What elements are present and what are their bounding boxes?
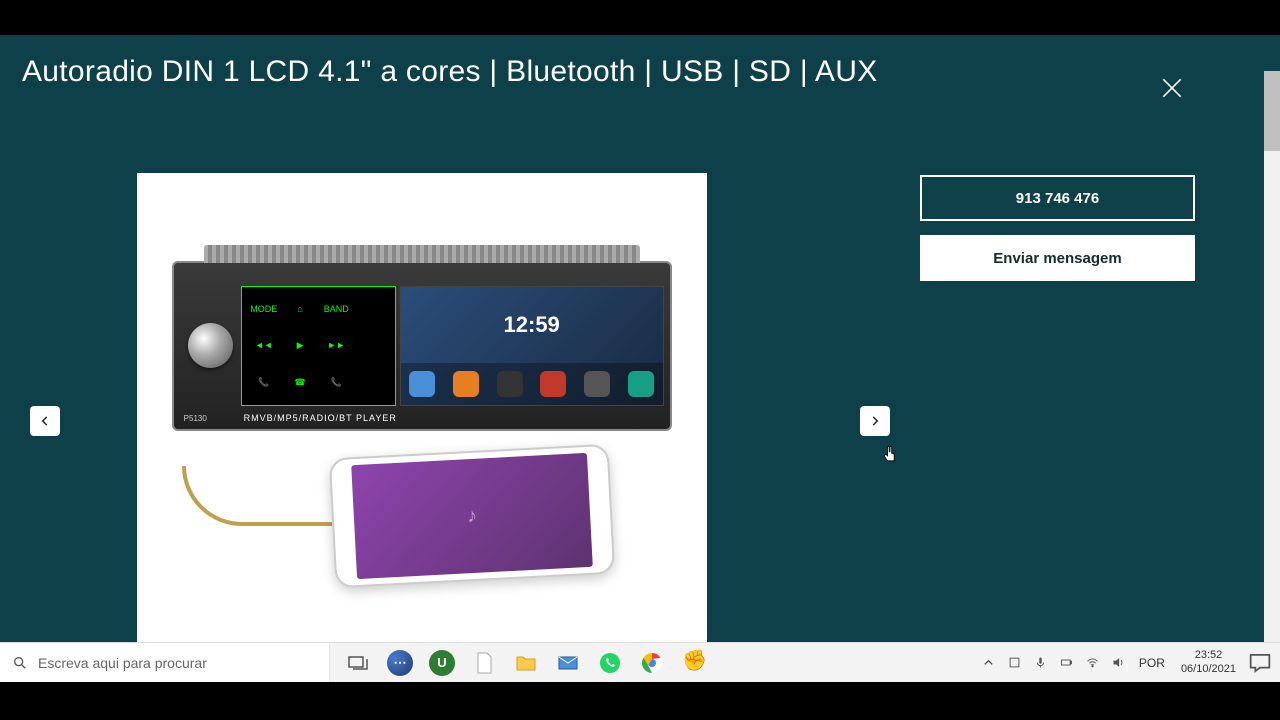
battery-icon: [1059, 655, 1074, 670]
whatsapp-button[interactable]: [592, 645, 628, 681]
close-button[interactable]: [1159, 75, 1185, 101]
mail-icon: [556, 651, 580, 675]
notification-icon: [1246, 649, 1274, 677]
clock-time: 23:52: [1181, 649, 1236, 662]
tray-mic-button[interactable]: [1029, 647, 1053, 679]
app-icon-mail[interactable]: [550, 645, 586, 681]
vertical-scrollbar[interactable]: [1264, 71, 1280, 642]
tray-expand-button[interactable]: [977, 647, 1001, 679]
task-view-button[interactable]: [340, 645, 376, 681]
speaker-icon: [1111, 655, 1126, 670]
app-icon-claw[interactable]: ✊: [676, 645, 712, 681]
player-label: RMVB/MP5/RADIO/BT PLAYER: [244, 413, 397, 423]
chevron-right-icon: [868, 414, 882, 428]
tray-volume-button[interactable]: [1107, 647, 1131, 679]
app-icon-document[interactable]: [466, 645, 502, 681]
action-center-button[interactable]: [1246, 649, 1274, 677]
phone-button[interactable]: 913 746 476: [920, 175, 1195, 221]
cta-sidebar: 913 746 476 Enviar mensagem: [920, 175, 1195, 281]
square-icon: [1007, 655, 1022, 670]
listing-modal: Autoradio DIN 1 LCD 4.1" a cores | Bluet…: [0, 35, 1280, 642]
tray-wifi-button[interactable]: [1081, 647, 1105, 679]
tray-app-icon[interactable]: [1003, 647, 1027, 679]
search-icon: [12, 655, 28, 671]
send-message-button[interactable]: Enviar mensagem: [920, 235, 1195, 281]
scrollbar-thumb[interactable]: [1264, 71, 1280, 151]
claw-icon: ✊: [682, 651, 706, 675]
phone-number: 913 746 476: [1016, 190, 1099, 207]
close-icon: [1159, 75, 1185, 101]
model-label: P5130: [184, 414, 207, 423]
letterbox-top: [0, 0, 1280, 35]
document-icon: [472, 651, 496, 675]
microphone-icon: [1033, 655, 1048, 670]
app-icon-1[interactable]: ⋯: [382, 645, 418, 681]
windows-taskbar: Escreva aqui para procurar ⋯ U ✊: [0, 642, 1280, 682]
send-message-label: Enviar mensagem: [993, 250, 1121, 267]
letterbox-bottom: [0, 682, 1280, 720]
system-tray: POR 23:52 06/10/2021: [971, 643, 1280, 682]
search-placeholder: Escreva aqui para procurar: [38, 655, 207, 671]
language-indicator[interactable]: POR: [1133, 656, 1171, 670]
tray-battery-button[interactable]: [1055, 647, 1079, 679]
wifi-icon: [1085, 655, 1100, 670]
folder-icon: [514, 651, 538, 675]
file-explorer-button[interactable]: [508, 645, 544, 681]
gallery-next-button[interactable]: [860, 406, 890, 436]
chrome-icon: [640, 651, 664, 675]
product-image: MODE⌂BAND ◄◄▶►► 📞☎📞 12:59 RMVB/MP5/RADIO…: [137, 173, 707, 668]
radio-clock-display: 12:59: [401, 287, 663, 363]
task-view-icon: [346, 651, 370, 675]
car-radio-illustration: MODE⌂BAND ◄◄▶►► 📞☎📞 12:59 RMVB/MP5/RADIO…: [172, 261, 672, 431]
taskbar-search[interactable]: Escreva aqui para procurar: [0, 643, 330, 682]
gallery-prev-button[interactable]: [30, 406, 60, 436]
chevron-left-icon: [38, 414, 52, 428]
volume-knob-graphic: [188, 323, 233, 368]
clock-date: 06/10/2021: [1181, 663, 1236, 676]
taskbar-clock[interactable]: 23:52 06/10/2021: [1173, 649, 1244, 675]
whatsapp-icon: [598, 651, 622, 675]
chrome-button[interactable]: [634, 645, 670, 681]
aux-cable-graphic: [182, 466, 332, 526]
app-icon-2[interactable]: U: [424, 645, 460, 681]
taskbar-apps: ⋯ U ✊: [330, 643, 722, 682]
chevron-up-icon: [981, 655, 996, 670]
image-gallery: MODE⌂BAND ◄◄▶►► 📞☎📞 12:59 RMVB/MP5/RADIO…: [30, 173, 890, 668]
smartphone-graphic: ♪: [328, 443, 614, 587]
page-title: Autoradio DIN 1 LCD 4.1" a cores | Bluet…: [0, 35, 1280, 89]
